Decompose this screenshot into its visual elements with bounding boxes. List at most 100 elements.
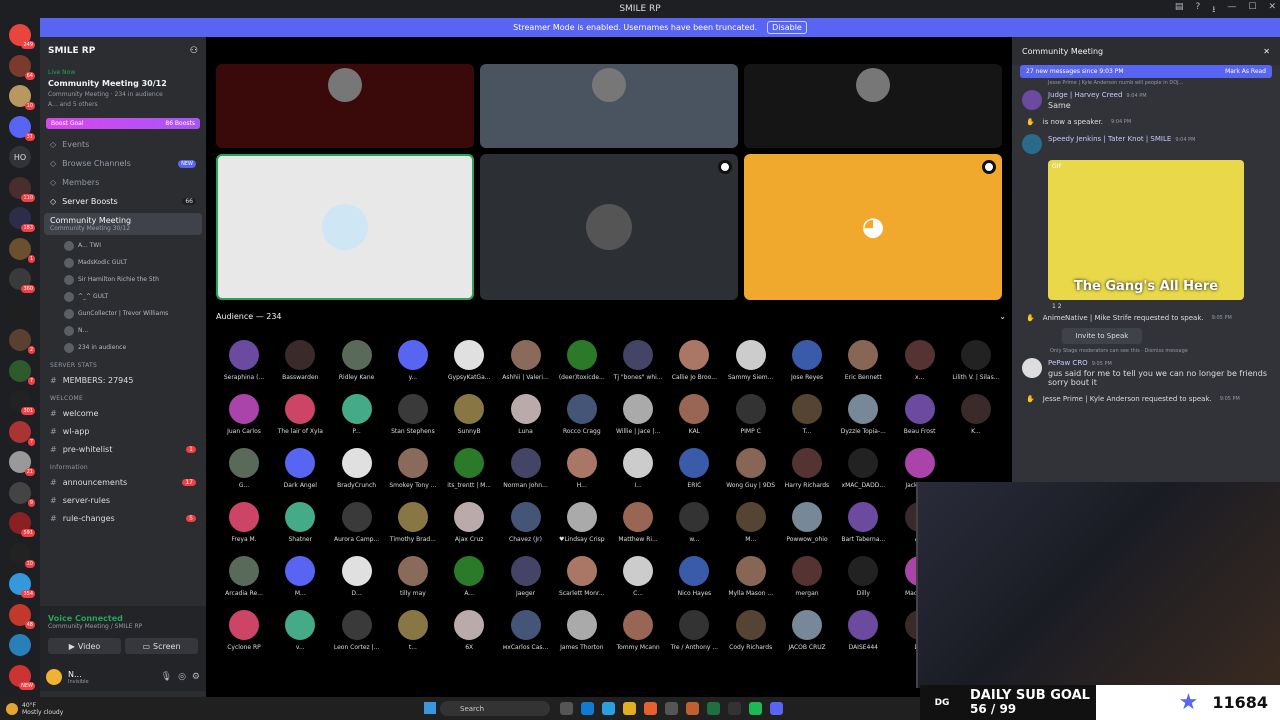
disable-streamer-button[interactable]: Disable <box>767 21 807 34</box>
audience-member[interactable]: Luna <box>498 394 554 435</box>
audience-member[interactable]: Tommy Mcann <box>610 610 666 651</box>
download-icon[interactable]: ⭳ <box>1212 2 1215 18</box>
folder-icon[interactable] <box>623 702 636 715</box>
audience-member[interactable]: Matthew Ri... <box>610 502 666 543</box>
server-icon[interactable]: 301 <box>9 390 35 415</box>
audience-member[interactable]: Lilith V. | Silas... <box>948 340 1004 381</box>
audience-member[interactable]: y... <box>385 340 441 381</box>
avatar[interactable] <box>1022 90 1042 110</box>
spotify-icon[interactable] <box>749 702 762 715</box>
add-member-icon[interactable]: ⚇ <box>190 46 198 56</box>
avatar[interactable] <box>1022 358 1042 378</box>
audience-member[interactable]: v... <box>272 610 328 651</box>
category-header[interactable]: SERVER STATS <box>40 356 206 371</box>
app-icon[interactable] <box>644 702 657 715</box>
speaker-tile[interactable] <box>480 154 738 300</box>
audience-member[interactable]: Juan Carlos <box>216 394 272 435</box>
audience-member[interactable]: Jaeger <box>498 556 554 597</box>
speaker-tile[interactable] <box>744 64 1002 148</box>
audience-member[interactable]: K... <box>948 394 1004 435</box>
maximize-button[interactable]: ☐ <box>1248 2 1256 18</box>
text-channel[interactable]: # server-rules <box>40 491 206 509</box>
text-channel[interactable]: # announcements 17 <box>40 473 206 491</box>
collapse-icon[interactable]: ⌄ <box>999 312 1006 321</box>
audience-member[interactable]: Wong Guy | 9DS <box>723 448 779 489</box>
server-icon[interactable]: 64 <box>9 54 35 80</box>
audience-member[interactable]: x... <box>892 340 948 381</box>
settings-icon[interactable]: ⚙ <box>192 672 200 682</box>
audience-member[interactable]: Aurora Camp... <box>329 502 385 543</box>
server-icon[interactable]: 1 <box>9 237 35 263</box>
audience-member[interactable]: Seraphina (... <box>216 340 272 381</box>
speaker-tile[interactable] <box>480 64 738 148</box>
app-icon[interactable] <box>686 702 699 715</box>
category-header[interactable]: WELCOME <box>40 389 206 404</box>
audience-member[interactable]: Dilly <box>835 556 891 597</box>
mic-icon[interactable]: 🎙 <box>161 672 172 682</box>
server-icon[interactable]: 10 <box>9 542 35 568</box>
voice-user[interactable]: GunCollector | Trevor Williams <box>40 305 206 322</box>
avatar[interactable] <box>1022 134 1042 154</box>
audience-member[interactable]: JACOB CRUZ <box>779 610 835 651</box>
audience-member[interactable]: DAISE444 <box>835 610 891 651</box>
text-channel[interactable]: # rule-changes 5 <box>40 509 206 527</box>
audience-member[interactable]: M... <box>723 502 779 543</box>
app-icon[interactable] <box>560 702 573 715</box>
audience-member[interactable]: Bart Taberna... <box>835 502 891 543</box>
server-icon[interactable] <box>9 298 31 321</box>
audience-member[interactable]: мxCarlos Cas... <box>498 610 554 651</box>
audience-member[interactable]: Smokey Tony ... <box>385 448 441 489</box>
server-icon[interactable]: 360 <box>9 268 35 293</box>
audience-member[interactable]: ERIC <box>666 448 722 489</box>
nav-item-browse-channels[interactable]: ◇ Browse Channels NEW <box>40 154 206 173</box>
audience-member[interactable]: ♥Lindsay Crisp <box>554 502 610 543</box>
video-button[interactable]: ▶ Video <box>48 638 121 654</box>
screen-share-button[interactable]: ▭ Screen <box>125 638 198 654</box>
audience-member[interactable]: Beau Frost <box>892 394 948 435</box>
audience-member[interactable]: Ashhii | Valeri... <box>498 340 554 381</box>
voice-user[interactable]: ^_^ GULT <box>40 288 206 305</box>
server-icon[interactable]: 31 <box>9 115 35 141</box>
audience-member[interactable]: Harry Richards <box>779 448 835 489</box>
discord-icon[interactable] <box>770 702 783 715</box>
audience-member[interactable]: I... <box>610 448 666 489</box>
audience-member[interactable]: Ajax Cruz <box>441 502 497 543</box>
audience-member[interactable]: 6X <box>441 610 497 651</box>
voice-user[interactable]: MadsKodic GULT <box>40 254 206 271</box>
audience-member[interactable]: Sammy Siem... <box>723 340 779 381</box>
speaker-tile[interactable] <box>216 154 474 300</box>
nav-item-server-boosts[interactable]: ◇ Server Boosts 66 <box>40 192 206 211</box>
server-header[interactable]: SMILE RP ⚇ <box>40 37 206 65</box>
audience-member[interactable]: Leon Cortez |... <box>329 610 385 651</box>
app-icon[interactable] <box>707 702 720 715</box>
audience-member[interactable]: PIMP C <box>723 394 779 435</box>
voice-user[interactable]: Sir Hamilton Richie the 5th <box>40 271 206 288</box>
audience-member[interactable]: Chavez (Jr) <box>498 502 554 543</box>
server-icon[interactable]: 7 <box>9 420 35 446</box>
invite-to-speak-button[interactable]: Invite to Speak <box>1062 328 1142 344</box>
audience-member[interactable]: t... <box>385 610 441 651</box>
server-icon[interactable]: 354 <box>9 573 35 598</box>
audience-member[interactable]: Freya M. <box>216 502 272 543</box>
audience-member[interactable]: James Thorton <box>554 610 610 651</box>
inbox-icon[interactable]: ▤ <box>1175 2 1184 18</box>
audience-member[interactable]: T... <box>779 394 835 435</box>
app-icon[interactable] <box>665 702 678 715</box>
audience-member[interactable]: SunnyB <box>441 394 497 435</box>
nav-item-members[interactable]: ◇ Members <box>40 173 206 192</box>
audience-member[interactable]: C... <box>610 556 666 597</box>
audience-member[interactable]: Norman John... <box>498 448 554 489</box>
server-icon[interactable]: 7 <box>9 359 35 385</box>
audience-member[interactable]: mergan <box>779 556 835 597</box>
text-channel[interactable]: # MEMBERS: 27945 <box>40 371 206 389</box>
avatar[interactable] <box>46 669 62 685</box>
text-channel[interactable]: # welcome <box>40 404 206 422</box>
audience-member[interactable]: P... <box>329 394 385 435</box>
gif-embed[interactable]: GIF The Gang's All Here <box>1048 160 1244 300</box>
audience-member[interactable]: H... <box>554 448 610 489</box>
audience-member[interactable]: Stan Stephens <box>385 394 441 435</box>
audience-member[interactable]: Dyzzie Topia-... <box>835 394 891 435</box>
nav-item-events[interactable]: ◇ Events <box>40 135 206 154</box>
close-window-button[interactable]: ✕ <box>1268 2 1276 18</box>
mark-as-read-button[interactable]: Mark As Read <box>1225 68 1266 75</box>
